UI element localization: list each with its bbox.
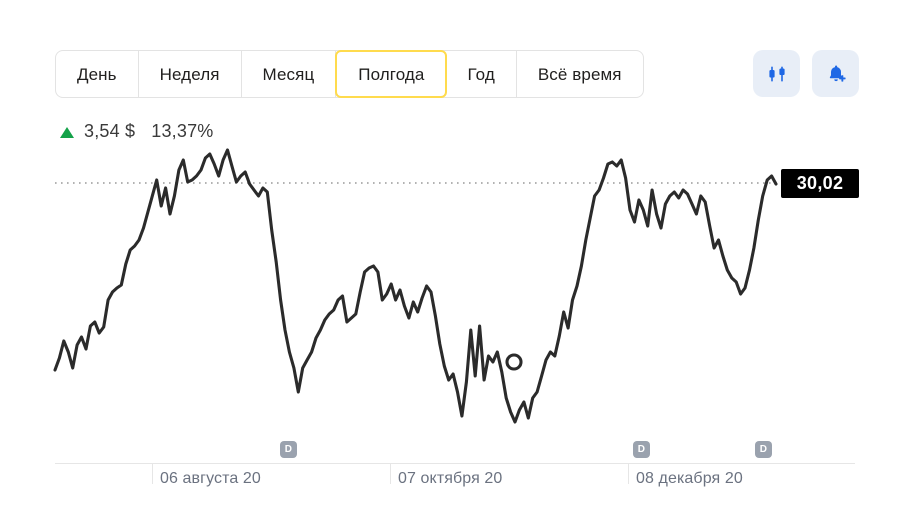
x-axis-label-3: 08 декабря 20 [636,470,743,487]
candlestick-chart-button[interactable] [753,50,800,97]
period-tab-1[interactable]: День [56,51,139,97]
dividend-event-marker[interactable] [505,353,523,371]
bell-plus-icon [829,65,846,82]
candlestick-icon [768,66,785,81]
x-axis-tick-1 [152,464,153,484]
x-axis-line [55,463,855,464]
dividend-badge-2[interactable]: D [633,441,650,458]
x-axis-tick-2 [390,464,391,484]
period-tab-3[interactable]: Месяц [242,51,337,97]
stock-chart-widget: День Неделя Месяц Полгода Год Всё время 3,54 … [0,0,916,506]
price-chart[interactable] [0,140,916,470]
dividend-badge-3[interactable]: D [755,441,772,458]
dividend-badge-1[interactable]: D [280,441,297,458]
add-alert-button[interactable] [812,50,859,97]
period-tab-6[interactable]: Всё время [517,51,643,97]
price-line [53,148,778,424]
x-axis-label-2: 07 октября 20 [398,470,503,487]
period-tab-2[interactable]: Неделя [139,51,242,97]
period-tab-4[interactable]: Полгода [335,50,448,98]
price-change-percent: 13,37% [151,120,214,141]
price-chart-svg [53,148,855,424]
price-change-absolute: 3,54 $ [84,120,136,141]
triangle-up-icon [60,126,74,138]
current-price-badge: 30,02 [781,169,859,198]
x-axis-tick-3 [628,464,629,484]
period-tab-5[interactable]: Год [446,51,517,97]
period-tab-bar: День Неделя Месяц Полгода Год Всё время [55,50,644,98]
x-axis-label-1: 06 августа 20 [160,470,261,487]
